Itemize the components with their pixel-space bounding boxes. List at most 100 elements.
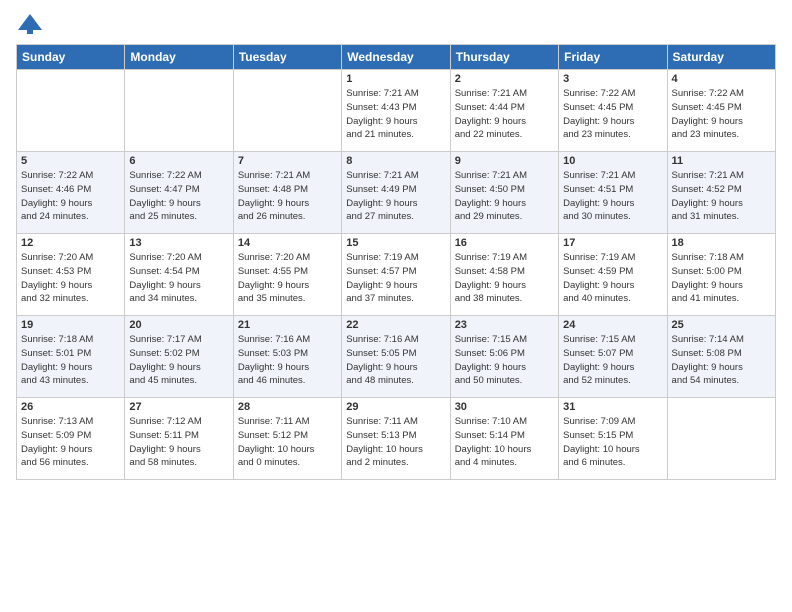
day-number: 4 — [672, 73, 771, 85]
calendar-day-header: Tuesday — [233, 45, 341, 70]
day-number: 19 — [21, 319, 120, 331]
calendar-week-row: 5 Sunrise: 7:22 AM Sunset: 4:46 PM Daylig… — [17, 152, 776, 234]
day-number: 17 — [563, 237, 662, 249]
day-info: Sunrise: 7:16 AM Sunset: 5:05 PM Dayligh… — [346, 333, 445, 388]
calendar-day-header: Thursday — [450, 45, 558, 70]
calendar-table: SundayMondayTuesdayWednesdayThursdayFrid… — [16, 44, 776, 480]
calendar-cell: 20 Sunrise: 7:17 AM Sunset: 5:02 PM Dayli… — [125, 316, 233, 398]
calendar-day-header: Sunday — [17, 45, 125, 70]
calendar-cell: 23 Sunrise: 7:15 AM Sunset: 5:06 PM Dayli… — [450, 316, 558, 398]
day-info: Sunrise: 7:20 AM Sunset: 4:54 PM Dayligh… — [129, 251, 228, 306]
day-info: Sunrise: 7:21 AM Sunset: 4:48 PM Dayligh… — [238, 169, 337, 224]
day-info: Sunrise: 7:22 AM Sunset: 4:46 PM Dayligh… — [21, 169, 120, 224]
day-info: Sunrise: 7:22 AM Sunset: 4:45 PM Dayligh… — [672, 87, 771, 142]
day-number: 9 — [455, 155, 554, 167]
calendar-day-header: Wednesday — [342, 45, 450, 70]
calendar-cell: 21 Sunrise: 7:16 AM Sunset: 5:03 PM Dayli… — [233, 316, 341, 398]
day-info: Sunrise: 7:21 AM Sunset: 4:44 PM Dayligh… — [455, 87, 554, 142]
calendar-cell: 13 Sunrise: 7:20 AM Sunset: 4:54 PM Dayli… — [125, 234, 233, 316]
day-number: 28 — [238, 401, 337, 413]
calendar-cell: 30Sunrise: 7:10 AM Sunset: 5:14 PM Dayli… — [450, 398, 558, 480]
calendar-cell: 10 Sunrise: 7:21 AM Sunset: 4:51 PM Dayli… — [559, 152, 667, 234]
day-info: Sunrise: 7:18 AM Sunset: 5:00 PM Dayligh… — [672, 251, 771, 306]
day-number: 23 — [455, 319, 554, 331]
day-info: Sunrise: 7:16 AM Sunset: 5:03 PM Dayligh… — [238, 333, 337, 388]
calendar-cell: 6 Sunrise: 7:22 AM Sunset: 4:47 PM Daylig… — [125, 152, 233, 234]
day-number: 8 — [346, 155, 445, 167]
header — [16, 10, 776, 38]
day-number: 24 — [563, 319, 662, 331]
day-info: Sunrise: 7:11 AM Sunset: 5:13 PM Dayligh… — [346, 415, 445, 470]
day-number: 26 — [21, 401, 120, 413]
calendar-cell: 15Sunrise: 7:19 AM Sunset: 4:57 PM Dayli… — [342, 234, 450, 316]
calendar-cell: 2 Sunrise: 7:21 AM Sunset: 4:44 PM Daylig… — [450, 70, 558, 152]
calendar-cell: 18Sunrise: 7:18 AM Sunset: 5:00 PM Dayli… — [667, 234, 775, 316]
calendar-cell: 17 Sunrise: 7:19 AM Sunset: 4:59 PM Dayli… — [559, 234, 667, 316]
day-number: 13 — [129, 237, 228, 249]
day-number: 2 — [455, 73, 554, 85]
day-number: 29 — [346, 401, 445, 413]
day-number: 16 — [455, 237, 554, 249]
day-number: 22 — [346, 319, 445, 331]
day-info: Sunrise: 7:09 AM Sunset: 5:15 PM Dayligh… — [563, 415, 662, 470]
day-number: 12 — [21, 237, 120, 249]
day-info: Sunrise: 7:15 AM Sunset: 5:06 PM Dayligh… — [455, 333, 554, 388]
day-number: 21 — [238, 319, 337, 331]
calendar-day-header: Saturday — [667, 45, 775, 70]
day-info: Sunrise: 7:20 AM Sunset: 4:55 PM Dayligh… — [238, 251, 337, 306]
day-number: 15 — [346, 237, 445, 249]
day-info: Sunrise: 7:21 AM Sunset: 4:51 PM Dayligh… — [563, 169, 662, 224]
calendar-cell: 4 Sunrise: 7:22 AM Sunset: 4:45 PM Daylig… — [667, 70, 775, 152]
calendar-cell — [125, 70, 233, 152]
calendar-cell: 14 Sunrise: 7:20 AM Sunset: 4:55 PM Dayli… — [233, 234, 341, 316]
day-info: Sunrise: 7:12 AM Sunset: 5:11 PM Dayligh… — [129, 415, 228, 470]
day-number: 7 — [238, 155, 337, 167]
calendar-cell: 19 Sunrise: 7:18 AM Sunset: 5:01 PM Dayli… — [17, 316, 125, 398]
day-number: 20 — [129, 319, 228, 331]
calendar-cell — [17, 70, 125, 152]
day-number: 30 — [455, 401, 554, 413]
calendar-week-row: 1 Sunrise: 7:21 AM Sunset: 4:43 PM Daylig… — [17, 70, 776, 152]
day-info: Sunrise: 7:19 AM Sunset: 4:58 PM Dayligh… — [455, 251, 554, 306]
day-info: Sunrise: 7:13 AM Sunset: 5:09 PM Dayligh… — [21, 415, 120, 470]
calendar-day-header: Monday — [125, 45, 233, 70]
day-info: Sunrise: 7:15 AM Sunset: 5:07 PM Dayligh… — [563, 333, 662, 388]
day-number: 14 — [238, 237, 337, 249]
day-info: Sunrise: 7:17 AM Sunset: 5:02 PM Dayligh… — [129, 333, 228, 388]
calendar-cell: 31Sunrise: 7:09 AM Sunset: 5:15 PM Dayli… — [559, 398, 667, 480]
calendar-cell: 8 Sunrise: 7:21 AM Sunset: 4:49 PM Daylig… — [342, 152, 450, 234]
day-info: Sunrise: 7:18 AM Sunset: 5:01 PM Dayligh… — [21, 333, 120, 388]
day-info: Sunrise: 7:22 AM Sunset: 4:47 PM Dayligh… — [129, 169, 228, 224]
calendar-week-row: 26 Sunrise: 7:13 AM Sunset: 5:09 PM Dayli… — [17, 398, 776, 480]
calendar-header-row: SundayMondayTuesdayWednesdayThursdayFrid… — [17, 45, 776, 70]
calendar-cell: 1 Sunrise: 7:21 AM Sunset: 4:43 PM Daylig… — [342, 70, 450, 152]
calendar-day-header: Friday — [559, 45, 667, 70]
day-info: Sunrise: 7:21 AM Sunset: 4:49 PM Dayligh… — [346, 169, 445, 224]
calendar-cell: 9 Sunrise: 7:21 AM Sunset: 4:50 PM Daylig… — [450, 152, 558, 234]
day-info: Sunrise: 7:21 AM Sunset: 4:43 PM Dayligh… — [346, 87, 445, 142]
day-info: Sunrise: 7:11 AM Sunset: 5:12 PM Dayligh… — [238, 415, 337, 470]
calendar-cell: 25Sunrise: 7:14 AM Sunset: 5:08 PM Dayli… — [667, 316, 775, 398]
logo-icon — [16, 10, 44, 38]
calendar-cell — [667, 398, 775, 480]
calendar-cell: 16 Sunrise: 7:19 AM Sunset: 4:58 PM Dayli… — [450, 234, 558, 316]
day-number: 5 — [21, 155, 120, 167]
day-info: Sunrise: 7:19 AM Sunset: 4:59 PM Dayligh… — [563, 251, 662, 306]
day-number: 11 — [672, 155, 771, 167]
calendar-cell: 24 Sunrise: 7:15 AM Sunset: 5:07 PM Dayli… — [559, 316, 667, 398]
day-number: 1 — [346, 73, 445, 85]
logo — [16, 10, 48, 38]
calendar-cell — [233, 70, 341, 152]
calendar-cell: 27 Sunrise: 7:12 AM Sunset: 5:11 PM Dayli… — [125, 398, 233, 480]
calendar-cell: 29 Sunrise: 7:11 AM Sunset: 5:13 PM Dayli… — [342, 398, 450, 480]
day-info: Sunrise: 7:21 AM Sunset: 4:52 PM Dayligh… — [672, 169, 771, 224]
day-number: 27 — [129, 401, 228, 413]
day-info: Sunrise: 7:20 AM Sunset: 4:53 PM Dayligh… — [21, 251, 120, 306]
day-number: 6 — [129, 155, 228, 167]
day-info: Sunrise: 7:22 AM Sunset: 4:45 PM Dayligh… — [563, 87, 662, 142]
calendar-cell: 22 Sunrise: 7:16 AM Sunset: 5:05 PM Dayli… — [342, 316, 450, 398]
day-number: 10 — [563, 155, 662, 167]
calendar-week-row: 12 Sunrise: 7:20 AM Sunset: 4:53 PM Dayli… — [17, 234, 776, 316]
day-info: Sunrise: 7:21 AM Sunset: 4:50 PM Dayligh… — [455, 169, 554, 224]
calendar-cell: 12 Sunrise: 7:20 AM Sunset: 4:53 PM Dayli… — [17, 234, 125, 316]
